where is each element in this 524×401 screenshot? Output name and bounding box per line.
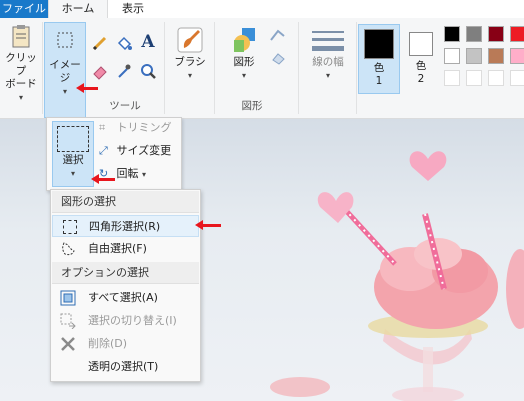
fill-bucket-icon[interactable]	[114, 34, 134, 54]
image-group-label: イメージ	[49, 59, 81, 84]
transparent-selection-item[interactable]: 透明の選択(T)	[52, 356, 199, 378]
free-form-selection-label: 自由選択(F)	[88, 242, 147, 255]
clipboard-button[interactable]: クリップ ボード ▾	[2, 22, 40, 112]
size-button[interactable]: 線の幅 ▾	[304, 26, 352, 98]
shapes-label: 図形	[233, 56, 255, 68]
tab-file[interactable]: ファイル	[0, 0, 48, 18]
rotate-icon: ↻	[99, 167, 109, 180]
eraser-icon[interactable]	[90, 62, 110, 82]
shapes-group-label: 図形	[241, 100, 263, 112]
magnifier-icon[interactable]	[138, 62, 158, 82]
rectangular-selection-label: 四角形選択(R)	[89, 220, 161, 233]
image-group-button[interactable]: イメージ ▾	[44, 22, 86, 118]
color2-index: 2	[417, 73, 425, 85]
invert-selection-icon	[60, 313, 76, 330]
text-tool-icon[interactable]: A	[138, 32, 158, 52]
transparent-selection-label: 透明の選択(T)	[88, 360, 159, 373]
shapes-icon	[230, 26, 258, 54]
palette-swatch[interactable]	[444, 26, 460, 42]
color1-button[interactable]: 色 1	[358, 24, 400, 94]
clipboard-caret-icon: ▾	[18, 93, 23, 102]
palette-swatch-empty[interactable]	[466, 70, 482, 86]
color2-label: 色	[415, 60, 427, 72]
tab-view[interactable]: 表示	[106, 0, 160, 18]
delete-item[interactable]: 削除(D)	[52, 333, 199, 355]
crop-icon: ⌗	[99, 121, 106, 134]
outline-icon[interactable]	[268, 26, 292, 46]
select-label: 選択	[62, 154, 84, 166]
rotate-item[interactable]: ↻ 回転 ▾	[99, 165, 146, 183]
shapes-caret-icon: ▾	[241, 71, 246, 80]
red-arrow-indicator	[76, 83, 98, 93]
invert-selection-item[interactable]: 選択の切り替え(I)	[52, 310, 199, 332]
selection-options-header: オプションの選択	[52, 262, 199, 284]
fill-style-icon[interactable]	[268, 48, 292, 68]
menu-tab-bar: ファイル ホーム 表示	[0, 0, 524, 20]
rectangular-selection-item[interactable]: 四角形選択(R)	[52, 215, 199, 237]
red-arrow-indicator	[195, 220, 221, 230]
resize-icon: ⤢	[99, 144, 108, 157]
clipboard-icon	[7, 22, 35, 50]
tab-home[interactable]: ホーム	[48, 0, 108, 20]
select-rectangle-icon	[57, 126, 89, 152]
color1-swatch	[364, 29, 394, 59]
pencil-icon[interactable]	[90, 34, 110, 54]
rotate-caret-icon: ▾	[142, 170, 147, 179]
selection-menu: 図形の選択 四角形選択(R) 自由選択(F) オプションの選択 すべて選択(A)…	[50, 189, 221, 382]
line-width-icon	[308, 26, 348, 54]
resize-item[interactable]: ⤢ サイズ変更	[99, 142, 171, 160]
brushes-label: ブラシ	[174, 56, 206, 68]
invert-selection-label: 選択の切り替え(I)	[88, 314, 177, 327]
select-caret-icon: ▾	[70, 169, 75, 178]
brush-icon	[176, 26, 204, 54]
palette-swatch[interactable]	[510, 48, 524, 64]
crop-item[interactable]: ⌗ トリミング	[99, 119, 172, 137]
free-form-select-icon	[60, 241, 76, 257]
palette-swatch[interactable]	[444, 48, 460, 64]
select-all-label: すべて選択(A)	[88, 291, 158, 304]
palette-swatch-empty[interactable]	[488, 70, 504, 86]
shapes-button[interactable]: 図形 ▾	[224, 26, 264, 98]
free-form-selection-item[interactable]: 自由選択(F)	[52, 238, 199, 260]
color1-label: 色	[373, 62, 385, 74]
shape-selection-header: 図形の選択	[52, 191, 199, 213]
tools-group-label: ツール	[109, 100, 141, 112]
palette-swatch[interactable]	[488, 26, 504, 42]
size-caret-icon: ▾	[325, 71, 330, 80]
delete-label: 削除(D)	[88, 337, 128, 350]
resize-label: サイズ変更	[116, 144, 172, 157]
rotate-label: 回転	[116, 167, 139, 180]
color1-index: 1	[375, 75, 383, 87]
select-button[interactable]: 選択 ▾	[52, 121, 94, 187]
palette-swatch-empty[interactable]	[510, 70, 524, 86]
delete-icon	[60, 336, 76, 352]
select-all-item[interactable]: すべて選択(A)	[52, 287, 199, 309]
crop-label: トリミング	[116, 121, 172, 134]
select-all-icon	[60, 290, 76, 306]
palette-swatch[interactable]	[510, 26, 524, 42]
clipboard-label: クリップ ボード	[5, 52, 37, 90]
image-dropdown-panel: 選択 ▾ ⌗ トリミング ⤢ サイズ変更 ↻ 回転 ▾	[46, 117, 182, 191]
color2-button[interactable]: 色 2	[402, 24, 440, 94]
rectangle-select-icon	[63, 220, 77, 234]
color-picker-icon[interactable]	[114, 62, 134, 82]
size-label: 線の幅	[312, 56, 344, 68]
palette-swatch[interactable]	[466, 48, 482, 64]
color2-swatch	[409, 32, 433, 56]
ribbon: クリップ ボード ▾ イメージ ▾ A ツール ブラシ ▾ 図形 ▾ 図形 線の…	[0, 18, 524, 119]
palette-swatch[interactable]	[466, 26, 482, 42]
selection-rectangle-icon	[51, 29, 79, 57]
palette-swatch[interactable]	[488, 48, 504, 64]
brushes-caret-icon: ▾	[187, 71, 192, 80]
brushes-button[interactable]: ブラシ ▾	[170, 26, 210, 106]
palette-swatch-empty[interactable]	[444, 70, 460, 86]
